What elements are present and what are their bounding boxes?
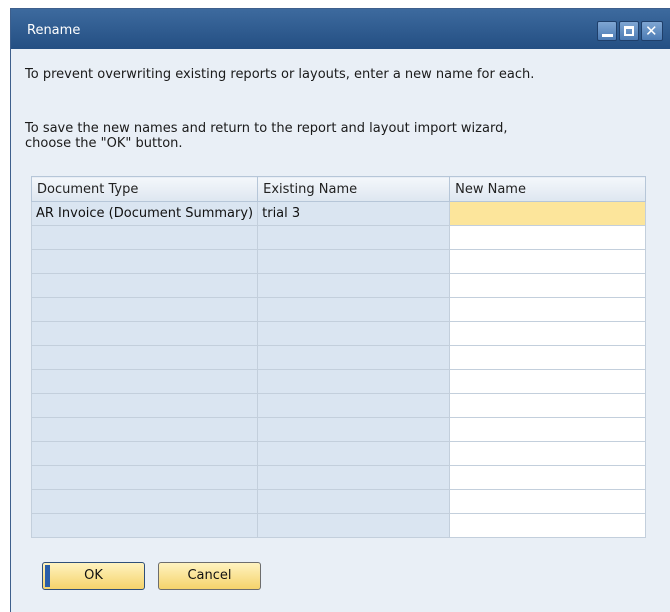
existing-name-cell [257, 441, 451, 466]
new-name-cell[interactable] [449, 201, 647, 226]
table-row [30, 369, 647, 394]
document-type-cell [30, 225, 259, 250]
existing-name-cell [257, 321, 451, 346]
document-type-cell [30, 465, 259, 490]
existing-name-cell [257, 249, 451, 274]
table-row [30, 465, 647, 490]
new-name-cell[interactable] [449, 513, 647, 538]
column-header-document-type[interactable]: Document Type [30, 176, 259, 202]
document-type-cell [30, 489, 259, 514]
cancel-button-label: Cancel [187, 568, 232, 583]
table-row [30, 225, 647, 250]
minimize-button[interactable] [597, 21, 617, 41]
grid-header-row: Document Type Existing Name New Name [30, 176, 647, 202]
new-name-cell[interactable] [449, 297, 647, 322]
table-row [30, 441, 647, 466]
new-name-cell[interactable] [449, 369, 647, 394]
column-header-existing-name[interactable]: Existing Name [257, 176, 451, 202]
existing-name-cell [257, 297, 451, 322]
instruction-text-2: To save the new names and return to the … [25, 121, 508, 151]
title-bar[interactable]: Rename ✕ [11, 9, 670, 49]
table-row [30, 297, 647, 322]
minimize-icon [602, 34, 613, 37]
close-icon: ✕ [645, 22, 658, 40]
cancel-button[interactable]: Cancel [158, 562, 261, 590]
existing-name-cell [257, 489, 451, 514]
table-row [30, 513, 647, 538]
new-name-cell[interactable] [449, 249, 647, 274]
table-row [30, 345, 647, 370]
existing-name-cell [257, 393, 451, 418]
close-button[interactable]: ✕ [641, 21, 663, 41]
new-name-cell[interactable] [449, 393, 647, 418]
existing-name-cell [257, 345, 451, 370]
document-type-cell [30, 321, 259, 346]
new-name-cell[interactable] [449, 489, 647, 514]
document-type-cell [30, 249, 259, 274]
new-name-cell[interactable] [449, 273, 647, 298]
existing-name-cell [257, 465, 451, 490]
table-row [30, 321, 647, 346]
ok-button-label: OK [84, 568, 103, 583]
table-row [30, 417, 647, 442]
new-name-cell[interactable] [449, 321, 647, 346]
rename-dialog: Rename ✕ To prevent overwriting existing… [10, 8, 670, 612]
existing-name-cell: trial 3 [257, 201, 451, 226]
new-name-cell[interactable] [449, 465, 647, 490]
table-row [30, 393, 647, 418]
document-type-cell [30, 297, 259, 322]
document-type-cell: AR Invoice (Document Summary) [30, 201, 259, 226]
document-type-cell [30, 417, 259, 442]
instruction-text-1: To prevent overwriting existing reports … [25, 67, 535, 82]
existing-name-cell [257, 225, 451, 250]
new-name-cell[interactable] [449, 345, 647, 370]
focus-indicator [45, 565, 50, 587]
document-type-cell [30, 345, 259, 370]
existing-name-cell [257, 513, 451, 538]
document-type-cell [30, 273, 259, 298]
maximize-button[interactable] [619, 21, 639, 41]
table-row [30, 249, 647, 274]
existing-name-cell [257, 369, 451, 394]
new-name-cell[interactable] [449, 225, 647, 250]
new-name-cell[interactable] [449, 417, 647, 442]
maximize-icon [624, 26, 634, 36]
document-type-cell [30, 369, 259, 394]
existing-name-cell [257, 273, 451, 298]
table-row [30, 489, 647, 514]
document-type-cell [30, 441, 259, 466]
document-type-cell [30, 393, 259, 418]
document-type-cell [30, 513, 259, 538]
table-row [30, 273, 647, 298]
rename-grid: Document Type Existing Name New Name AR … [30, 176, 647, 538]
table-row: AR Invoice (Document Summary) trial 3 [30, 201, 647, 226]
column-header-new-name[interactable]: New Name [449, 176, 647, 202]
new-name-cell[interactable] [449, 441, 647, 466]
ok-button[interactable]: OK [42, 562, 145, 590]
window-title: Rename [27, 23, 81, 38]
existing-name-cell [257, 417, 451, 442]
